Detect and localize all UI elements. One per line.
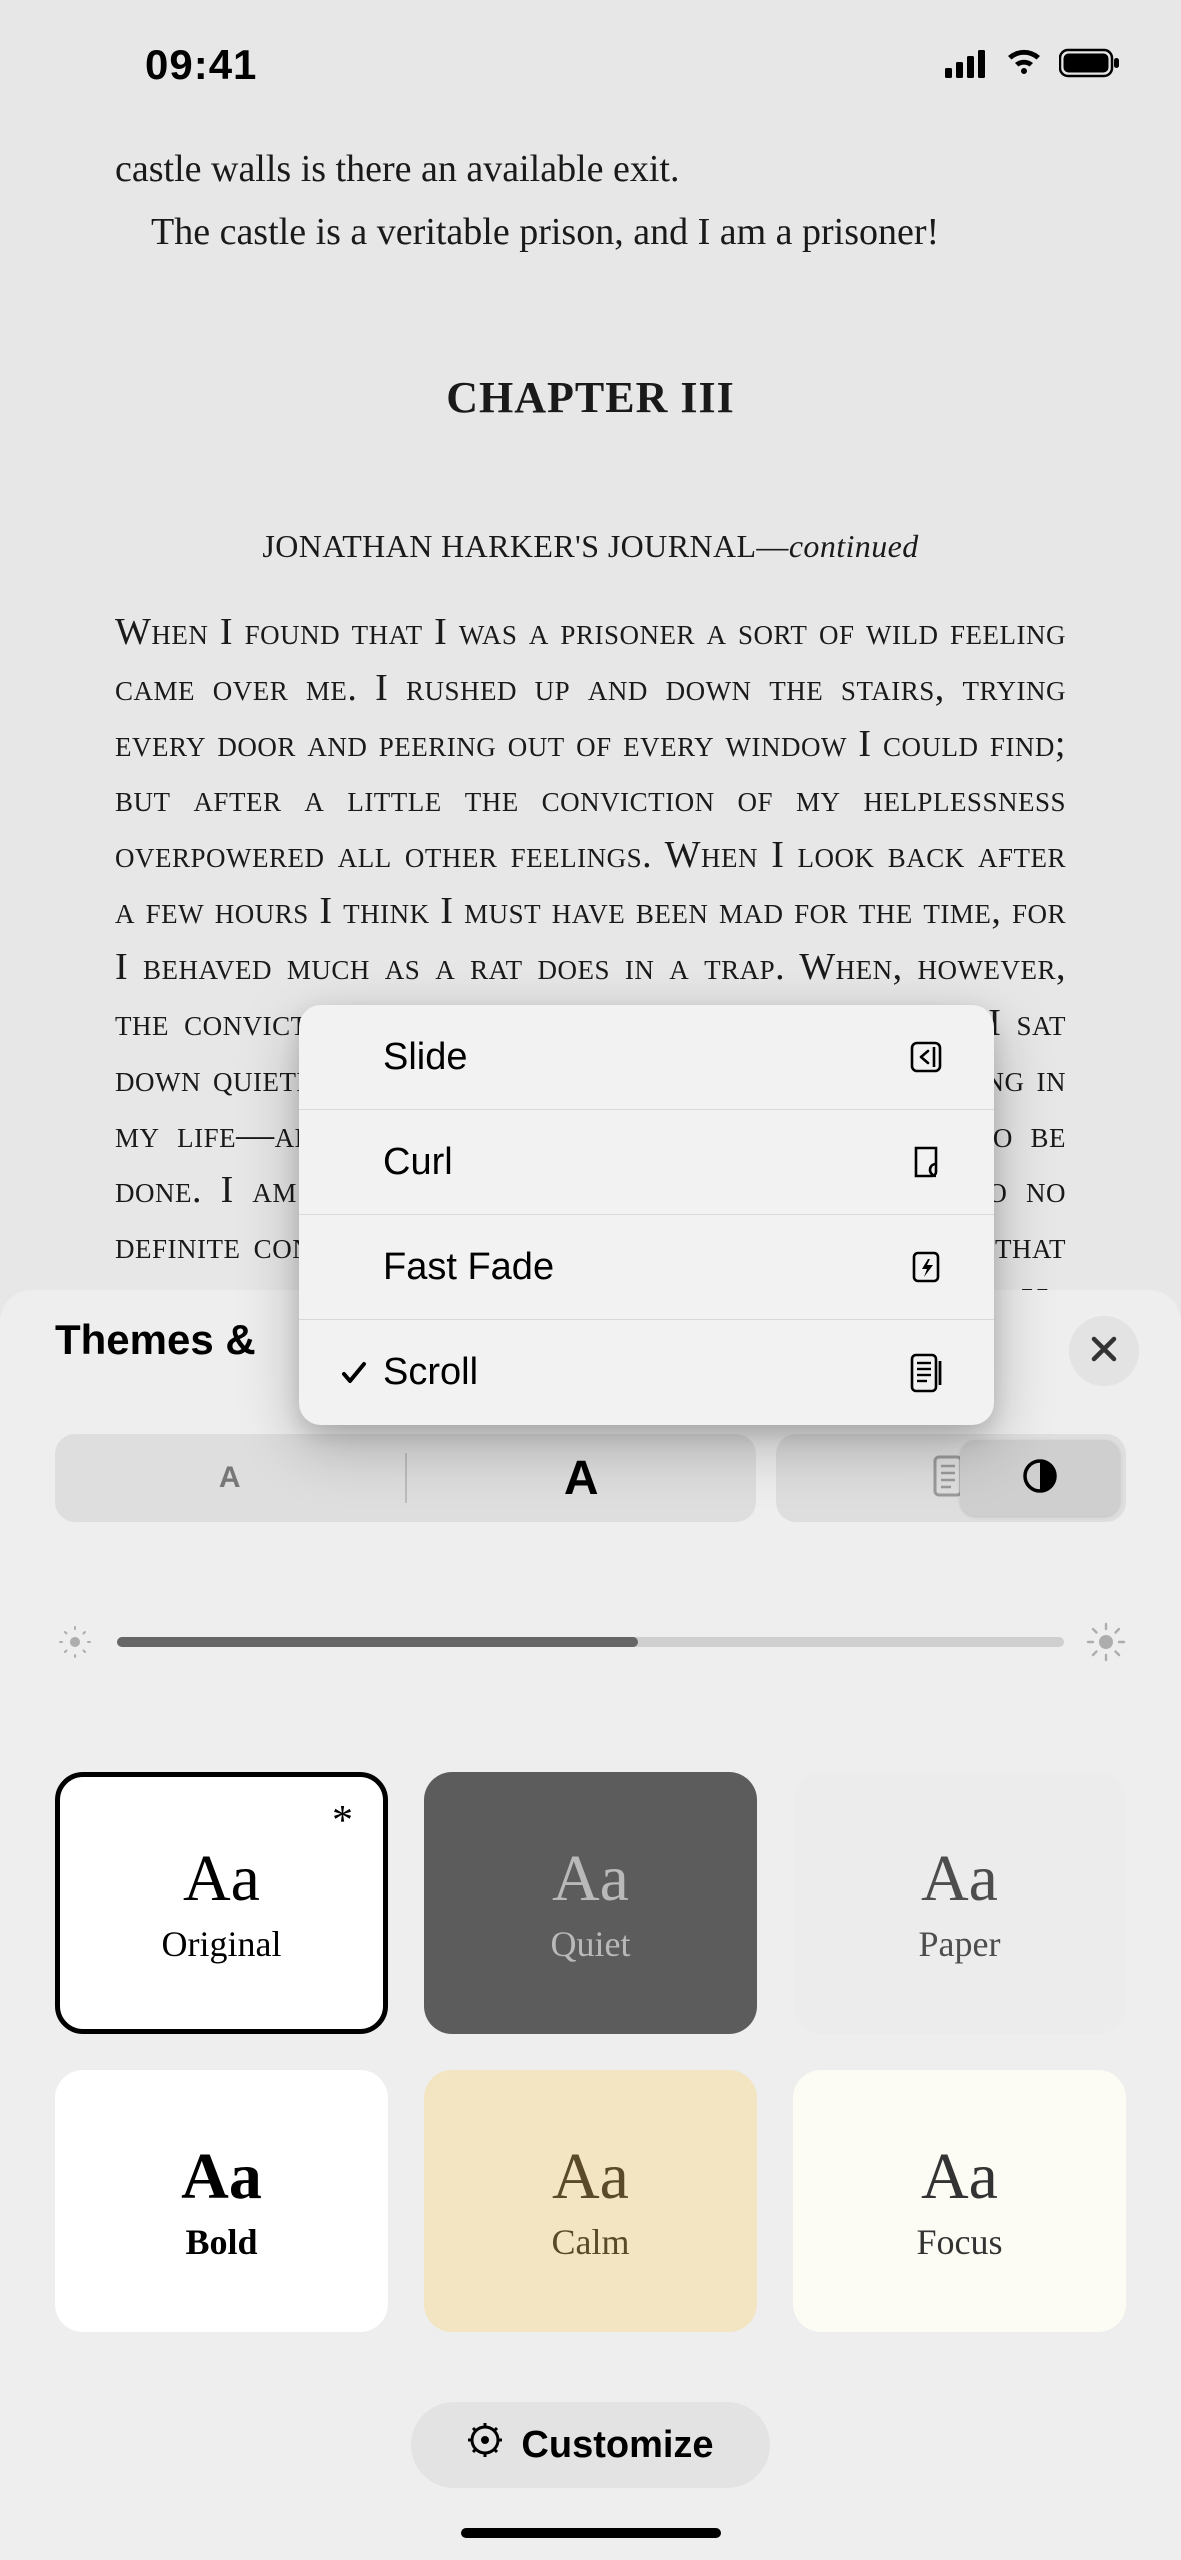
- paragraph: The castle is a veritable prison, and I …: [115, 203, 1066, 262]
- wifi-icon: [1003, 48, 1045, 83]
- asterisk-icon: *: [332, 1797, 353, 1845]
- customize-row: Customize: [0, 2402, 1181, 2488]
- section-subtitle: JONATHAN HARKER'S JOURNAL—continued: [115, 528, 1066, 565]
- popup-label: Scroll: [383, 1351, 902, 1394]
- view-mode-segment: [776, 1434, 1126, 1522]
- theme-label: Bold: [185, 2221, 257, 2263]
- font-controls-row: A A: [0, 1434, 1181, 1522]
- page-transition-popup: Slide Curl Fast Fade Scroll: [299, 1005, 994, 1425]
- theme-sample: Aa: [921, 1841, 998, 1917]
- sun-dim-icon: [55, 1622, 95, 1662]
- font-smaller-button[interactable]: A: [55, 1434, 405, 1522]
- theme-original[interactable]: * Aa Original: [55, 1772, 388, 2034]
- fast-fade-icon: [902, 1247, 950, 1287]
- font-size-segment: A A: [55, 1434, 756, 1522]
- brightness-row: [0, 1622, 1181, 1662]
- theme-sample: Aa: [552, 2139, 629, 2215]
- popup-item-slide[interactable]: Slide: [299, 1005, 994, 1110]
- appearance-button[interactable]: [960, 1440, 1120, 1516]
- sheet-title: Themes &: [55, 1316, 256, 1364]
- gear-icon: [467, 2422, 503, 2468]
- theme-quiet[interactable]: Aa Quiet: [424, 1772, 757, 2034]
- popup-label: Fast Fade: [383, 1246, 902, 1289]
- theme-label: Original: [162, 1923, 282, 1965]
- theme-paper[interactable]: Aa Paper: [793, 1772, 1126, 2034]
- close-icon: [1089, 1334, 1119, 1369]
- popup-item-scroll[interactable]: Scroll: [299, 1320, 994, 1425]
- home-indicator[interactable]: [461, 2528, 721, 2538]
- customize-button[interactable]: Customize: [411, 2402, 769, 2488]
- paragraph: castle walls is there an available exit.: [115, 140, 1066, 199]
- status-time: 09:41: [145, 41, 257, 89]
- theme-sample: Aa: [552, 1841, 629, 1917]
- cellular-icon: [945, 48, 989, 83]
- close-button[interactable]: [1069, 1316, 1139, 1386]
- theme-label: Calm: [552, 2221, 630, 2263]
- brightness-fill: [117, 1637, 638, 1647]
- theme-calm[interactable]: Aa Calm: [424, 2070, 757, 2332]
- font-larger-button[interactable]: A: [407, 1434, 757, 1522]
- battery-icon: [1059, 48, 1121, 83]
- contrast-icon: [1021, 1457, 1059, 1500]
- check-icon: [339, 1358, 383, 1388]
- chapter-title: CHAPTER III: [115, 372, 1066, 423]
- theme-sample: Aa: [183, 1841, 260, 1917]
- theme-grid: * Aa Original Aa Quiet Aa Paper Aa Bold …: [0, 1772, 1181, 2332]
- theme-label: Quiet: [551, 1923, 631, 1965]
- customize-label: Customize: [521, 2424, 713, 2467]
- popup-item-fast-fade[interactable]: Fast Fade: [299, 1215, 994, 1320]
- status-icons: [945, 48, 1121, 83]
- theme-bold[interactable]: Aa Bold: [55, 2070, 388, 2332]
- popup-item-curl[interactable]: Curl: [299, 1110, 994, 1215]
- theme-sample: Aa: [921, 2139, 998, 2215]
- sun-bright-icon: [1086, 1622, 1126, 1662]
- popup-label: Curl: [383, 1141, 902, 1184]
- theme-label: Paper: [919, 1923, 1001, 1965]
- popup-label: Slide: [383, 1036, 902, 1079]
- brightness-slider[interactable]: [117, 1637, 1064, 1647]
- theme-label: Focus: [916, 2221, 1002, 2263]
- scroll-icon: [902, 1351, 950, 1395]
- theme-sample: Aa: [181, 2139, 262, 2215]
- status-bar: 09:41: [0, 0, 1181, 130]
- theme-focus[interactable]: Aa Focus: [793, 2070, 1126, 2332]
- curl-icon: [902, 1142, 950, 1182]
- themes-sheet: Themes & A A: [0, 1290, 1181, 2560]
- slide-icon: [902, 1037, 950, 1077]
